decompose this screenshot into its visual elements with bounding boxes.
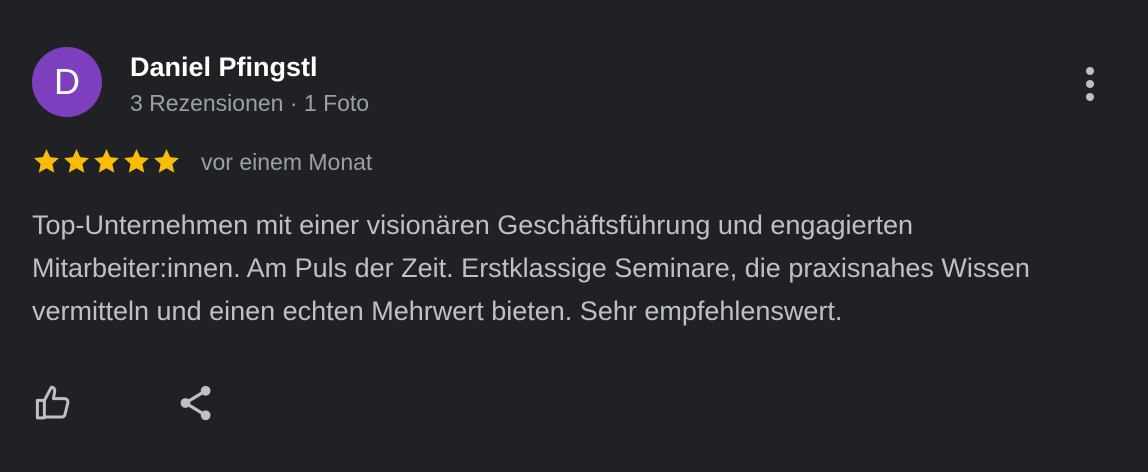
thumbs-up-icon — [35, 385, 70, 420]
share-button[interactable] — [174, 381, 218, 425]
more-dot — [1086, 67, 1094, 75]
star-icon — [64, 148, 89, 173]
star-icon — [34, 148, 59, 173]
share-icon — [180, 385, 211, 421]
author-name[interactable]: Daniel Pfingstl — [130, 51, 318, 83]
review-card: D Daniel Pfingstl 3 Rezensionen · 1 Foto… — [0, 0, 1148, 472]
author-meta[interactable]: 3 Rezensionen · 1 Foto — [130, 89, 369, 117]
like-button[interactable] — [32, 381, 76, 425]
star-icon — [154, 148, 179, 173]
more-dot — [1086, 93, 1094, 101]
avatar-letter: D — [54, 61, 80, 102]
avatar[interactable]: D — [32, 47, 102, 117]
star-icon — [124, 148, 149, 173]
more-vertical-icon[interactable] — [1070, 58, 1110, 110]
star-rating — [32, 146, 181, 176]
star-icon — [94, 148, 119, 173]
review-text: Top-Unternehmen mit einer visionären Ges… — [32, 210, 1030, 326]
more-dot — [1086, 80, 1094, 88]
review-date: vor einem Monat — [201, 149, 373, 175]
